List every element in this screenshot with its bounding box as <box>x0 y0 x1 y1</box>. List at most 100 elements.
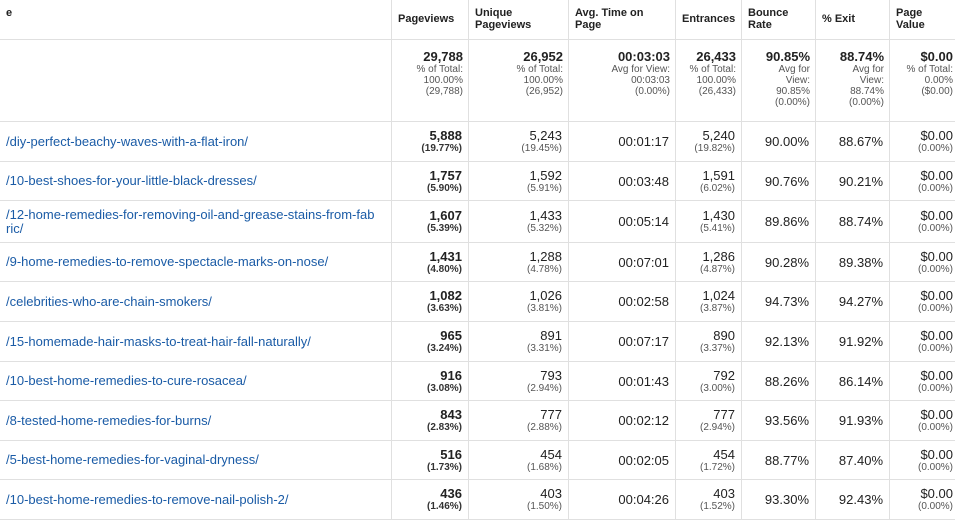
entrances-cell: 792 (3.00%) <box>675 362 741 400</box>
unique-pageviews-value: 403 <box>540 486 562 501</box>
page-link[interactable]: /8-tested-home-remedies-for-burns/ <box>6 413 211 428</box>
page-value-cell: $0.00 (0.00%) <box>889 441 955 479</box>
page-value-cell: $0.00 (0.00%) <box>889 362 955 400</box>
page-value-percent: (0.00%) <box>917 422 953 433</box>
page-link[interactable]: /15-homemade-hair-masks-to-treat-hair-fa… <box>6 334 311 349</box>
entrances-cell: 1,430 (5.41%) <box>675 201 741 242</box>
total-line: ($0.00) <box>921 86 953 97</box>
page-cell: /15-homemade-hair-masks-to-treat-hair-fa… <box>0 322 391 361</box>
total-line: (0.00%) <box>848 97 884 108</box>
col-header-avg-time[interactable]: Avg. Time on Page <box>568 0 675 39</box>
total-value: 26,433 <box>696 49 736 64</box>
total-page-value: $0.00 % of Total: 0.00% ($0.00) <box>889 40 955 121</box>
totals-label-cell <box>0 40 391 121</box>
unique-pageviews-cell: 891 (3.31%) <box>468 322 568 361</box>
col-header-unique-pageviews[interactable]: Unique Pageviews <box>468 0 568 39</box>
pageviews-cell: 516 (1.73%) <box>391 441 468 479</box>
page-link[interactable]: /10-best-home-remedies-to-cure-rosacea/ <box>6 374 247 388</box>
avg-time-cell: 00:07:17 <box>568 322 675 361</box>
total-line: Avg for <box>778 64 811 75</box>
entrances-percent: (1.72%) <box>699 461 735 473</box>
exit-cell: 89.38% <box>815 243 889 281</box>
total-line: 88.74% <box>850 86 884 97</box>
entrances-percent: (1.52%) <box>699 501 735 512</box>
page-cell: /8-tested-home-remedies-for-burns/ <box>0 401 391 440</box>
unique-pageviews-percent: (3.81%) <box>526 303 562 314</box>
entrances-percent: (3.87%) <box>699 303 735 314</box>
total-line: (26,952) <box>525 86 563 97</box>
page-cell: /diy-perfect-beachy-waves-with-a-flat-ir… <box>0 122 391 161</box>
page-link[interactable]: /celebrities-who-are-chain-smokers/ <box>6 294 212 309</box>
entrances-value: 792 <box>713 367 735 383</box>
page-link[interactable]: /10-best-home-remedies-to-remove-nail-po… <box>6 492 289 507</box>
bounce-rate-cell: 90.76% <box>741 162 815 200</box>
avg-time-cell: 00:01:43 <box>568 362 675 400</box>
unique-pageviews-percent: (19.45%) <box>521 143 562 154</box>
table-row: /5-best-home-remedies-for-vaginal-drynes… <box>0 441 955 480</box>
unique-pageviews-percent: (4.78%) <box>526 263 562 275</box>
unique-pageviews-value: 1,592 <box>529 167 562 183</box>
exit-cell: 88.74% <box>815 201 889 242</box>
total-unique-pageviews: 26,952 % of Total: 100.00% (26,952) <box>468 40 568 121</box>
col-header-page[interactable]: e <box>0 0 391 39</box>
exit-cell: 90.21% <box>815 162 889 200</box>
page-value-cell: $0.00 (0.00%) <box>889 162 955 200</box>
col-header-pageviews[interactable]: Pageviews <box>391 0 468 39</box>
unique-pageviews-cell: 793 (2.94%) <box>468 362 568 400</box>
unique-pageviews-percent: (2.94%) <box>526 382 562 394</box>
page-value-cell: $0.00 (0.00%) <box>889 322 955 361</box>
unique-pageviews-cell: 1,026 (3.81%) <box>468 282 568 321</box>
unique-pageviews-percent: (5.91%) <box>526 182 562 194</box>
entrances-cell: 403 (1.52%) <box>675 480 741 519</box>
total-value: $0.00 <box>920 49 953 64</box>
page-link[interactable]: /10-best-shoes-for-your-little-black-dre… <box>6 174 257 188</box>
page-cell: /celebrities-who-are-chain-smokers/ <box>0 282 391 321</box>
entrances-cell: 5,240 (19.82%) <box>675 122 741 161</box>
total-value: 29,788 <box>423 49 463 64</box>
page-cell: /5-best-home-remedies-for-vaginal-drynes… <box>0 441 391 479</box>
bounce-rate-cell: 90.00% <box>741 122 815 161</box>
pageviews-value: 843 <box>440 407 462 422</box>
total-line: Avg for View: <box>611 64 670 75</box>
page-link[interactable]: /diy-perfect-beachy-waves-with-a-flat-ir… <box>6 134 248 149</box>
bounce-rate-cell: 93.56% <box>741 401 815 440</box>
bounce-rate-cell: 88.77% <box>741 441 815 479</box>
exit-cell: 92.43% <box>815 480 889 519</box>
total-value: 00:03:03 <box>617 49 670 64</box>
unique-pageviews-percent: (5.32%) <box>526 223 562 234</box>
entrances-value: 1,024 <box>702 288 735 303</box>
page-value-cell: $0.00 (0.00%) <box>889 480 955 519</box>
unique-pageviews-cell: 1,288 (4.78%) <box>468 243 568 281</box>
entrances-value: 454 <box>713 446 735 462</box>
pageviews-cell: 436 (1.46%) <box>391 480 468 519</box>
total-line: 00:03:03 <box>631 75 670 86</box>
total-pageviews: 29,788 % of Total: 100.00% (29,788) <box>391 40 468 121</box>
unique-pageviews-percent: (1.50%) <box>526 501 562 512</box>
page-link[interactable]: /12-home-remedies-for-removing-oil-and-g… <box>6 207 385 236</box>
avg-time-cell: 00:07:01 <box>568 243 675 281</box>
pageviews-cell: 1,082 (3.63%) <box>391 282 468 321</box>
col-header-page-value[interactable]: Page Value <box>889 0 955 39</box>
unique-pageviews-value: 891 <box>540 328 562 343</box>
total-line: 100.00% <box>696 75 736 86</box>
page-cell: /10-best-shoes-for-your-little-black-dre… <box>0 162 391 200</box>
exit-cell: 88.67% <box>815 122 889 161</box>
pageviews-percent: (3.63%) <box>426 303 462 314</box>
unique-pageviews-value: 1,288 <box>529 248 562 264</box>
unique-pageviews-cell: 1,592 (5.91%) <box>468 162 568 200</box>
page-value-value: $0.00 <box>920 407 953 422</box>
pageviews-value: 516 <box>440 446 462 462</box>
table-row: /15-homemade-hair-masks-to-treat-hair-fa… <box>0 322 955 362</box>
page-link[interactable]: /9-home-remedies-to-remove-spectacle-mar… <box>6 255 328 269</box>
total-line: Avg for <box>852 64 885 75</box>
page-value-percent: (0.00%) <box>917 382 953 394</box>
entrances-cell: 1,286 (4.87%) <box>675 243 741 281</box>
pageviews-value: 965 <box>440 328 462 343</box>
total-line: View: <box>785 75 810 86</box>
col-header-exit[interactable]: % Exit <box>815 0 889 39</box>
total-bounce-rate: 90.85% Avg for View: 90.85% (0.00%) <box>741 40 815 121</box>
col-header-entrances[interactable]: Entrances <box>675 0 741 39</box>
pageviews-value: 5,888 <box>429 128 462 143</box>
page-link[interactable]: /5-best-home-remedies-for-vaginal-drynes… <box>6 453 259 467</box>
col-header-bounce-rate[interactable]: Bounce Rate <box>741 0 815 39</box>
